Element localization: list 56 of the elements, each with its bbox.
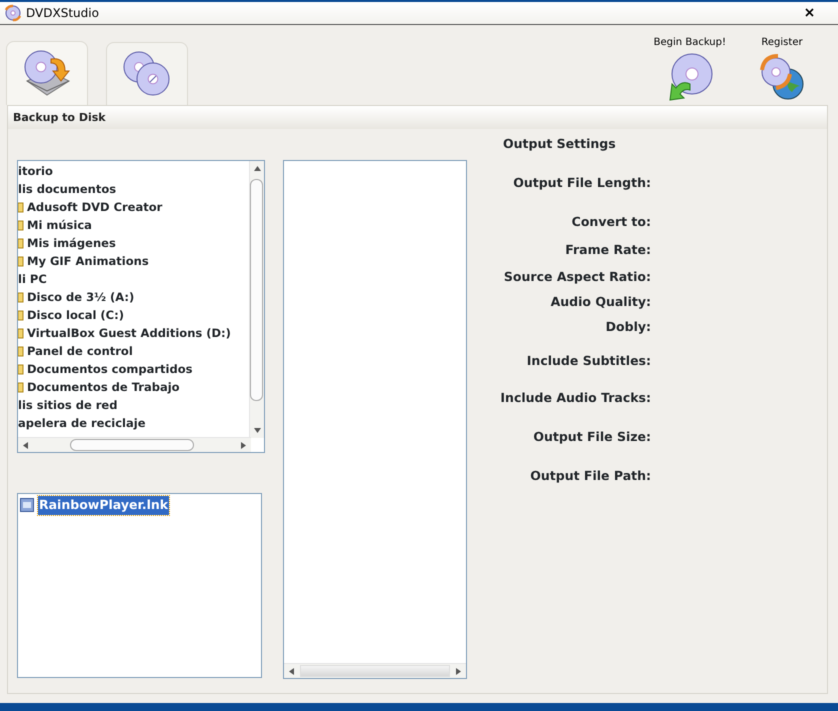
- toolbar-button[interactable]: Register: [756, 35, 808, 102]
- settings-heading: Output Settings: [502, 135, 617, 153]
- tree-item[interactable]: Mi música: [27, 216, 92, 234]
- folder-icon: [18, 326, 24, 340]
- tree-item[interactable]: Adusoft DVD Creator: [27, 198, 162, 216]
- field-label: Include Audio Tracks:: [499, 389, 651, 407]
- scroll-down-icon[interactable]: [254, 428, 261, 433]
- horizontal-scrollbar[interactable]: [284, 663, 466, 678]
- folder-icon: [18, 308, 24, 322]
- scroll-up-icon[interactable]: [254, 166, 261, 171]
- folder-icon: [18, 344, 24, 358]
- scroll-right-icon[interactable]: [241, 442, 246, 449]
- tree-item[interactable]: lis documentos: [18, 180, 116, 198]
- tree-item[interactable]: Mis imágenes: [27, 234, 116, 252]
- scroll-left-icon[interactable]: [23, 442, 28, 449]
- tree-item[interactable]: Panel de control: [27, 342, 133, 360]
- tree-item[interactable]: apelera de reciclaje: [18, 414, 146, 432]
- folder-icon: [18, 200, 24, 214]
- field-label: Convert to:: [570, 212, 651, 230]
- shortcut-icon: [20, 498, 34, 512]
- field-label: Audio Quality:: [550, 292, 651, 311]
- app-icon: [4, 4, 22, 22]
- file-item[interactable]: RainbowPlayer.lnk: [38, 496, 170, 515]
- close-icon: [805, 8, 814, 18]
- folder-icon: [18, 254, 24, 268]
- field-label: Source Aspect Ratio:: [502, 268, 651, 286]
- folder-icon: [18, 380, 24, 394]
- tree-item[interactable]: li PC: [18, 270, 47, 288]
- field-label: Include Subtitles:: [526, 352, 651, 370]
- scroll-left-icon[interactable]: [289, 668, 294, 675]
- tree-item[interactable]: VirtualBox Guest Additions (D:): [27, 324, 231, 342]
- folder-icon: [18, 218, 24, 232]
- tree-item[interactable]: Documentos compartidos: [27, 360, 192, 378]
- folder-icon: [18, 362, 24, 376]
- tree-item[interactable]: Documentos de Trabajo: [27, 378, 180, 396]
- tab[interactable]: [6, 41, 88, 105]
- tree-item[interactable]: My GIF Animations: [27, 252, 149, 270]
- close-button[interactable]: [805, 6, 814, 20]
- field-label: Output File Path:: [529, 466, 651, 485]
- toolbar-button[interactable]: Begin Backup!: [654, 35, 726, 102]
- tree-item[interactable]: Disco de 3½ (A:): [27, 288, 134, 306]
- horizontal-scrollbar[interactable]: [18, 437, 251, 452]
- field-label: Output File Size:: [532, 428, 651, 446]
- tree-item[interactable]: itorio: [18, 162, 53, 180]
- field-label: Dobly:: [604, 318, 651, 336]
- tab[interactable]: [106, 42, 188, 105]
- scroll-right-icon[interactable]: [456, 668, 461, 675]
- tree-item[interactable]: Disco local (C:): [27, 306, 124, 324]
- folder-icon: [18, 236, 24, 250]
- field-label: Frame Rate:: [564, 241, 651, 260]
- tree-item[interactable]: lis sitios de red: [18, 396, 118, 414]
- window-title: DVDXStudio: [26, 5, 99, 22]
- section-title: Backup to Disk: [8, 106, 827, 129]
- folder-icon: [18, 290, 24, 304]
- field-label: Output File Length:: [512, 174, 651, 192]
- vertical-scrollbar[interactable]: [249, 161, 264, 438]
